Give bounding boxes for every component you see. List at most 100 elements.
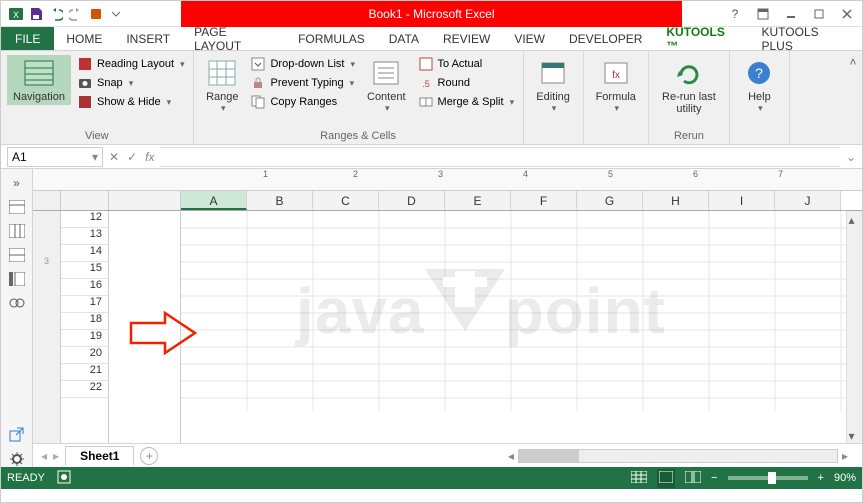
view-normal-icon[interactable] — [631, 471, 647, 486]
col-header-g[interactable]: G — [577, 191, 643, 210]
external-link-icon[interactable] — [7, 427, 27, 443]
zoom-out-icon[interactable]: − — [711, 472, 717, 484]
row-header[interactable]: 13 — [61, 228, 108, 245]
qat-custom-icon[interactable] — [87, 5, 105, 23]
ribbon-display-icon[interactable] — [750, 3, 776, 25]
panel-autotext-icon[interactable] — [7, 247, 27, 263]
to-actual-button[interactable]: To Actual — [416, 55, 517, 73]
gear-icon[interactable] — [7, 451, 27, 467]
minimize-icon[interactable] — [778, 3, 804, 25]
qat-dropdown-icon[interactable] — [107, 5, 125, 23]
tab-scroll-next-icon[interactable]: ▸ — [53, 449, 59, 463]
formula-input[interactable] — [160, 147, 839, 167]
row-header[interactable]: 19 — [61, 330, 108, 347]
editing-icon — [537, 57, 569, 89]
enter-formula-icon[interactable]: ✓ — [127, 150, 137, 164]
cancel-formula-icon[interactable]: ✕ — [109, 150, 119, 164]
col-header-c[interactable]: C — [313, 191, 379, 210]
namebox-value: A1 — [12, 150, 27, 164]
panel-workbook-icon[interactable] — [7, 199, 27, 215]
reading-layout-button[interactable]: Reading Layout▾ — [75, 55, 187, 73]
cells-grid[interactable] — [181, 211, 846, 443]
showhide-button[interactable]: Show & Hide▾ — [75, 93, 187, 111]
scrollbar-thumb[interactable] — [519, 450, 579, 462]
row-header[interactable]: 14 — [61, 245, 108, 262]
col-header-h[interactable]: H — [643, 191, 709, 210]
expand-fbar-icon[interactable]: ⌄ — [846, 150, 856, 164]
row-header[interactable]: 12 — [61, 211, 108, 228]
col-header-a[interactable]: A — [181, 191, 247, 210]
tab-insert[interactable]: INSERT — [114, 27, 182, 50]
col-header-d[interactable]: D — [379, 191, 445, 210]
macro-record-icon[interactable] — [57, 470, 71, 487]
panel-columns-icon[interactable] — [7, 223, 27, 239]
merge-split-button[interactable]: Merge & Split▾ — [416, 93, 517, 111]
row-header[interactable]: 22 — [61, 381, 108, 398]
row-header[interactable]: 16 — [61, 279, 108, 296]
tab-file[interactable]: FILE — [1, 27, 54, 50]
tab-developer[interactable]: DEVELOPER — [557, 27, 654, 50]
row-header[interactable]: 21 — [61, 364, 108, 381]
formula-button[interactable]: fxFormula▾ — [590, 55, 642, 116]
col-header-j[interactable]: J — [775, 191, 841, 210]
navigation-button[interactable]: Navigation — [7, 55, 71, 105]
tab-kutoolsplus[interactable]: KUTOOLS PLUS — [750, 27, 863, 50]
snap-button[interactable]: Snap▾ — [75, 74, 187, 92]
binoculars-icon[interactable] — [7, 295, 27, 311]
view-page-icon[interactable] — [657, 469, 675, 488]
tab-view[interactable]: VIEW — [502, 27, 557, 50]
tab-formulas[interactable]: FORMULAS — [286, 27, 377, 50]
content-button[interactable]: Content ▾ — [361, 55, 412, 116]
row-header[interactable]: 18 — [61, 313, 108, 330]
scroll-up-icon[interactable]: ▴ — [849, 213, 861, 225]
horizontal-scrollbar[interactable] — [518, 449, 838, 463]
fx-icon[interactable]: fx — [145, 150, 154, 164]
tab-scroll-prev-icon[interactable]: ◂ — [41, 449, 47, 463]
zoom-in-icon[interactable]: + — [818, 472, 824, 484]
panel-list-icon[interactable] — [7, 271, 27, 287]
scroll-down-icon[interactable]: ▾ — [849, 429, 861, 441]
chevron-right-icon[interactable]: » — [7, 175, 27, 191]
select-all-corner[interactable] — [61, 191, 109, 210]
col-header-i[interactable]: I — [709, 191, 775, 210]
add-sheet-button[interactable]: + — [140, 447, 158, 465]
row-header[interactable]: 20 — [61, 347, 108, 364]
navigation-label: Navigation — [13, 91, 65, 103]
tab-kutools[interactable]: KUTOOLS ™ — [654, 27, 749, 50]
col-header-e[interactable]: E — [445, 191, 511, 210]
editing-button[interactable]: Editing▾ — [530, 55, 576, 116]
view-break-icon[interactable] — [685, 471, 701, 486]
sheet-tab[interactable]: Sheet1 — [65, 446, 134, 465]
tab-review[interactable]: REVIEW — [431, 27, 502, 50]
zoom-value[interactable]: 90% — [834, 472, 856, 484]
hscroll-left-icon[interactable]: ◂ — [508, 449, 514, 463]
zoom-thumb[interactable] — [768, 472, 776, 484]
dropdown-list-button[interactable]: Drop-down List▾ — [248, 55, 357, 73]
name-box[interactable]: A1 ▾ — [7, 147, 103, 167]
close-icon[interactable] — [834, 3, 860, 25]
maximize-icon[interactable] — [806, 3, 832, 25]
vertical-scrollbar[interactable]: ▴ ▾ — [846, 211, 862, 443]
help-icon[interactable]: ? — [722, 3, 748, 25]
row-header[interactable]: 15 — [61, 262, 108, 279]
range-button[interactable]: Range ▾ — [200, 55, 244, 116]
prevent-typing-button[interactable]: Prevent Typing▾ — [248, 74, 357, 92]
col-header-f[interactable]: F — [511, 191, 577, 210]
tab-pagelayout[interactable]: PAGE LAYOUT — [182, 27, 286, 50]
copy-ranges-button[interactable]: Copy Ranges — [248, 93, 357, 111]
tab-home[interactable]: HOME — [54, 27, 114, 50]
round-button[interactable]: .5Round — [416, 74, 517, 92]
hscroll-right-icon[interactable]: ▸ — [842, 449, 848, 463]
save-icon[interactable] — [27, 5, 45, 23]
collapse-ribbon-icon[interactable]: ˄ — [849, 55, 856, 69]
redo-icon[interactable] — [67, 5, 85, 23]
tab-data[interactable]: DATA — [377, 27, 431, 50]
help-button[interactable]: ?Help▾ — [737, 55, 781, 116]
row-header[interactable]: 17 — [61, 296, 108, 313]
undo-icon[interactable] — [47, 5, 65, 23]
chevron-down-icon: ▾ — [221, 103, 226, 114]
zoom-slider[interactable] — [728, 476, 808, 480]
chevron-down-icon[interactable]: ▾ — [92, 150, 98, 164]
rerun-button[interactable]: Re-run last utility — [655, 55, 723, 117]
col-header-b[interactable]: B — [247, 191, 313, 210]
